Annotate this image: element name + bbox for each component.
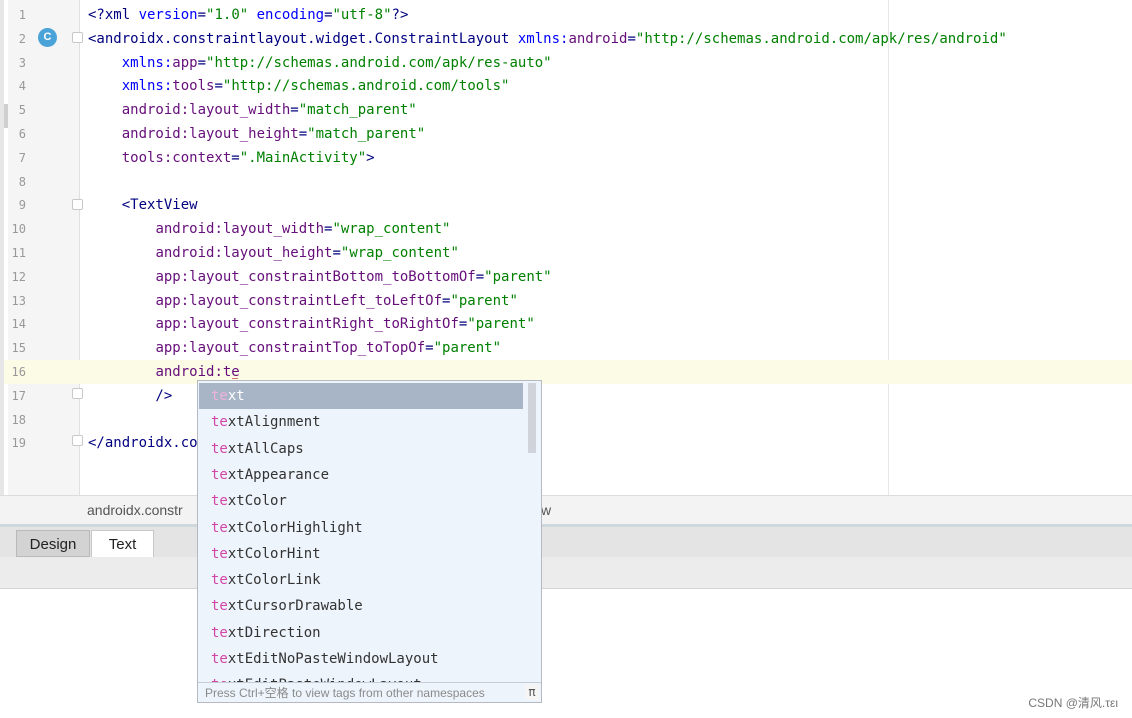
breadcrumb-item[interactable]: w	[541, 502, 551, 518]
completion-item[interactable]: textColorHighlight	[199, 515, 523, 541]
line-number: 16	[11, 365, 26, 379]
code-line[interactable]: 11 android:layout_height="wrap_content"	[4, 241, 1132, 265]
completion-item[interactable]: textDirection	[199, 620, 523, 646]
code-editor[interactable]: 1 <?xml version="1.0" encoding="utf-8"?> 2…	[0, 0, 1132, 495]
code-line[interactable]: 14 app:layout_constraintRight_toRightOf=…	[4, 312, 1132, 336]
code-text: <?xml version="1.0" encoding="utf-8"?>	[88, 7, 409, 23]
code-line[interactable]: 15 app:layout_constraintTop_toTopOf="par…	[4, 336, 1132, 360]
line-number: 15	[11, 341, 26, 356]
line-number: 18	[11, 412, 26, 427]
line-number: 19	[11, 436, 26, 451]
bottom-tab-bar: Design Text	[0, 524, 1132, 557]
class-gutter-icon[interactable]: C	[38, 28, 57, 47]
code-line[interactable]: 12 app:layout_constraintBottom_toBottomO…	[4, 265, 1132, 289]
code-text: app:layout_constraintTop_toTopOf="parent…	[155, 340, 502, 357]
code-line[interactable]: 19 </androidx.con	[4, 431, 1132, 455]
code-text: android:layout_height="match_parent"	[121, 126, 426, 142]
line-number: 2	[18, 31, 26, 46]
completion-item[interactable]: textEditNoPasteWindowLayout	[199, 646, 523, 672]
code-line[interactable]: 7 tools:context=".MainActivity">	[4, 146, 1132, 170]
line-number: 1	[18, 8, 26, 22]
line-number: 6	[18, 127, 26, 141]
code-text: app:layout_constraintRight_toRightOf="pa…	[155, 316, 535, 333]
fold-end-icon[interactable]	[72, 388, 83, 399]
line-number: 11	[11, 246, 26, 260]
completion-item[interactable]: textColorHint	[199, 541, 523, 567]
code-line[interactable]: 9 <TextView	[4, 193, 1132, 217]
completion-popup[interactable]: text textAlignment textAllCaps textAppearan…	[197, 380, 542, 703]
code-text: xmlns:tools="http://schemas.android.com/…	[121, 78, 510, 95]
pi-icon[interactable]: π	[525, 684, 539, 700]
completion-item[interactable]: textCursorDrawable	[199, 593, 523, 619]
code-line[interactable]: 3 xmlns:app="http://schemas.android.com/…	[4, 51, 1132, 75]
line-number: 17	[11, 388, 26, 403]
fold-end-icon[interactable]	[72, 435, 83, 446]
fold-toggle-icon[interactable]	[72, 199, 83, 210]
fold-toggle-icon[interactable]	[72, 32, 83, 43]
tab-text[interactable]: Text	[91, 530, 154, 557]
line-number: 14	[11, 317, 26, 332]
code-text: android:layout_width="match_parent"	[121, 102, 417, 119]
completion-item[interactable]: textAppearance	[199, 462, 523, 488]
line-number: 8	[18, 174, 26, 189]
status-bar	[0, 557, 1132, 589]
code-line[interactable]: 6 android:layout_height="match_parent"	[4, 122, 1132, 146]
code-line[interactable]: 4 xmlns:tools="http://schemas.android.co…	[4, 74, 1132, 98]
code-line[interactable]: 17 />	[4, 384, 1132, 408]
code-line[interactable]: 10 android:layout_width="wrap_content"	[4, 217, 1132, 241]
completion-item[interactable]: textAlignment	[199, 409, 523, 435]
code-line[interactable]: 2 <androidx.constraintlayout.widget.Const…	[4, 27, 1132, 51]
completion-item[interactable]: textAllCaps	[199, 436, 523, 462]
code-line[interactable]: 8	[4, 170, 1132, 194]
code-line[interactable]: 5 android:layout_width="match_parent"	[4, 98, 1132, 122]
code-text: xmlns:app="http://schemas.android.com/ap…	[121, 54, 552, 71]
completion-hint-text: Press Ctrl+空格 to view tags from other na…	[205, 686, 485, 700]
completion-item[interactable]: textColor	[199, 488, 523, 514]
line-number: 13	[11, 293, 26, 308]
line-number: 3	[18, 55, 26, 70]
code-line[interactable]: 1 <?xml version="1.0" encoding="utf-8"?>	[4, 3, 1132, 27]
line-number: 10	[11, 222, 26, 237]
completion-hint: Press Ctrl+空格 to view tags from other na…	[198, 682, 541, 702]
completion-item[interactable]: text	[199, 383, 523, 409]
code-text: android:layout_width="wrap_content"	[155, 221, 451, 238]
watermark: CSDN @清风.τει	[1028, 696, 1118, 710]
code-text: android:layout_height="wrap_content"	[155, 245, 459, 261]
code-text: </androidx.con	[88, 435, 207, 452]
completion-scrollbar[interactable]	[528, 383, 536, 453]
code-text: tools:context=".MainActivity">	[121, 149, 375, 166]
line-number: 9	[18, 198, 26, 213]
code-text: app:layout_constraintBottom_toBottomOf="…	[155, 268, 552, 285]
line-number: 7	[18, 150, 26, 165]
code-line[interactable]: 18	[4, 408, 1132, 432]
line-number: 5	[18, 103, 26, 118]
code-text: app:layout_constraintLeft_toLeftOf="pare…	[155, 292, 518, 309]
code-line[interactable]: 16 android:te	[4, 360, 1132, 384]
line-number: 12	[11, 269, 26, 284]
code-text: <androidx.constraintlayout.widget.Constr…	[88, 30, 1007, 47]
line-number: 4	[18, 79, 26, 94]
breadcrumb: androidx.constr w	[0, 495, 1132, 525]
code-line[interactable]: 13 app:layout_constraintLeft_toLeftOf="p…	[4, 289, 1132, 313]
error-squiggle	[232, 374, 238, 379]
code-text: />	[88, 387, 173, 404]
tab-design[interactable]: Design	[16, 530, 90, 557]
code-text: <TextView	[88, 197, 198, 214]
breadcrumb-item[interactable]: androidx.constr	[87, 502, 183, 518]
completion-item[interactable]: textColorLink	[199, 567, 523, 593]
